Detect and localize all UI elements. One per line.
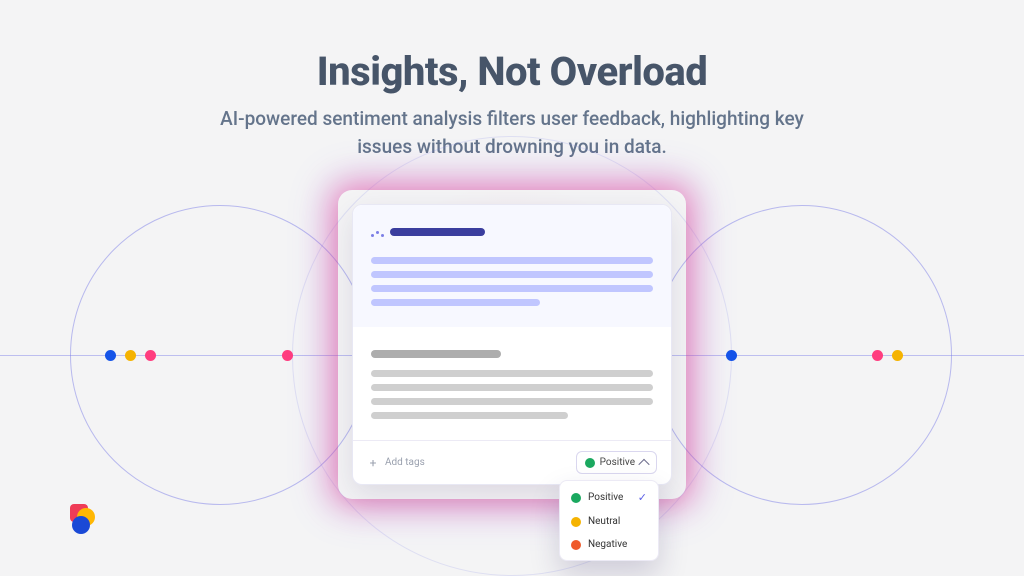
- card-body: + Add tags Positive Positive ✓: [352, 204, 672, 485]
- card-summary-section: [353, 205, 671, 327]
- detail-line: [371, 398, 653, 405]
- summary-line: [371, 299, 540, 306]
- axis-dot: [282, 350, 293, 361]
- sentiment-current-label: Positive: [600, 457, 635, 468]
- page-title: Insights, Not Overload: [0, 48, 1024, 95]
- summary-line: [371, 271, 653, 278]
- sentiment-option-positive[interactable]: Positive ✓: [564, 485, 654, 510]
- feedback-card: + Add tags Positive Positive ✓: [352, 204, 672, 485]
- plus-icon: +: [367, 457, 379, 469]
- detail-line: [371, 412, 568, 419]
- sentiment-option-label: Negative: [588, 539, 627, 550]
- sentiment-dot-icon: [571, 540, 581, 550]
- brand-logo: [70, 504, 100, 534]
- sentiment-option-label: Positive: [588, 492, 623, 503]
- detail-line: [371, 384, 653, 391]
- axis-dot: [726, 350, 737, 361]
- sparkle-icon: [371, 234, 384, 237]
- summary-line: [371, 285, 653, 292]
- sentiment-option-label: Neutral: [588, 516, 620, 527]
- axis-dot: [892, 350, 903, 361]
- axis-dot: [145, 350, 156, 361]
- axis-dot: [125, 350, 136, 361]
- sentiment-select-button[interactable]: Positive: [576, 451, 657, 474]
- add-tags-button[interactable]: + Add tags: [367, 457, 425, 469]
- card-detail-section: [353, 327, 671, 440]
- logo-shape: [72, 516, 90, 534]
- sentiment-dropdown: Positive ✓ Neutral Negative: [559, 480, 659, 561]
- summary-title-placeholder: [390, 228, 485, 236]
- sentiment-dot-icon: [585, 458, 595, 468]
- sentiment-dot-icon: [571, 493, 581, 503]
- add-tags-label: Add tags: [385, 457, 425, 468]
- check-icon: ✓: [638, 491, 647, 504]
- sentiment-option-negative[interactable]: Negative: [564, 533, 654, 556]
- card-footer: + Add tags Positive Positive ✓: [353, 440, 671, 484]
- summary-line: [371, 257, 653, 264]
- sentiment-option-neutral[interactable]: Neutral: [564, 510, 654, 533]
- chevron-up-icon: [640, 459, 648, 467]
- axis-dot: [872, 350, 883, 361]
- axis-dot: [105, 350, 116, 361]
- detail-line: [371, 370, 653, 377]
- summary-title-row: [371, 221, 653, 250]
- detail-title-placeholder: [371, 350, 501, 358]
- sentiment-dot-icon: [571, 517, 581, 527]
